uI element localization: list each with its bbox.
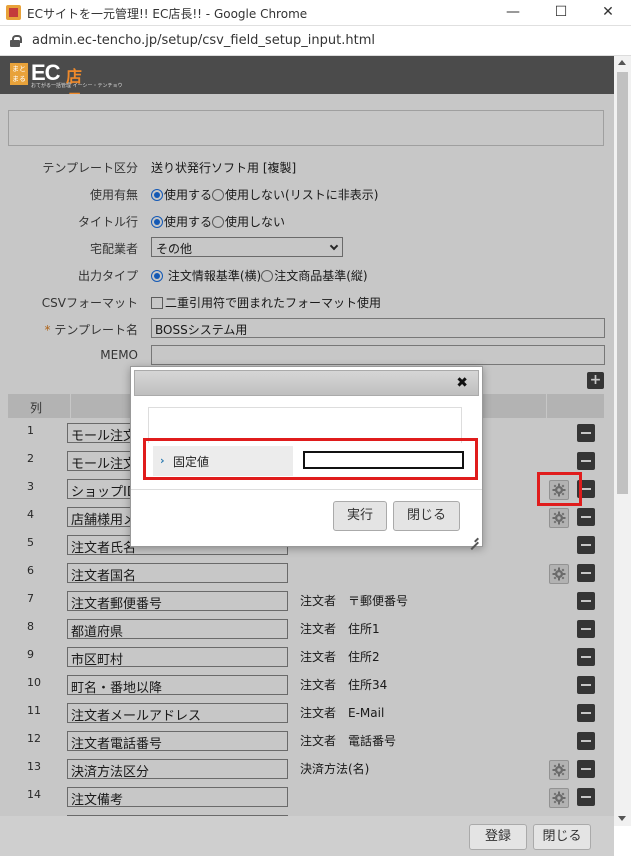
- window-title: ECサイトを一元管理!! EC店長!! - Google Chrome: [27, 7, 308, 21]
- highlight-gear-button: [537, 472, 582, 506]
- dialog-close-button[interactable]: 閉じる: [393, 501, 460, 531]
- execute-button[interactable]: 実行: [333, 501, 387, 531]
- logo-badge: まとまる: [10, 63, 28, 85]
- dialog-title-bar[interactable]: ✖: [134, 370, 479, 396]
- close-button[interactable]: 閉じる: [533, 824, 591, 850]
- logo-subtitle: おてがる一括管理 イーシー・テンチョウ: [31, 83, 123, 89]
- address-bar[interactable]: admin.ec-tencho.jp/setup/csv_field_setup…: [0, 26, 631, 56]
- site-header: まとまる EC 店長 おてがる一括管理 イーシー・テンチョウ: [0, 56, 614, 110]
- lock-icon: [10, 35, 22, 47]
- close-icon[interactable]: ✖: [456, 375, 468, 391]
- scroll-up-icon[interactable]: [618, 60, 626, 65]
- browser-title-bar: ECサイトを一元管理!! EC店長!! - Google Chrome — ☐ …: [0, 0, 631, 26]
- highlight-fixed-value-field: [143, 438, 478, 480]
- page-scrollbar[interactable]: [614, 56, 631, 826]
- bottom-action-bar: 登録 閉じる: [0, 816, 614, 856]
- scroll-down-icon[interactable]: [618, 816, 626, 821]
- scrollbar-thumb[interactable]: [617, 72, 628, 494]
- close-window-button[interactable]: ✕: [585, 0, 631, 26]
- minimize-button[interactable]: —: [490, 0, 536, 26]
- app-favicon-icon: [6, 5, 21, 20]
- maximize-button[interactable]: ☐: [538, 0, 584, 26]
- register-button[interactable]: 登録: [469, 824, 527, 850]
- resize-handle-icon[interactable]: [469, 533, 479, 543]
- url-text[interactable]: admin.ec-tencho.jp/setup/csv_field_setup…: [32, 33, 375, 48]
- dialog-divider: [131, 489, 482, 490]
